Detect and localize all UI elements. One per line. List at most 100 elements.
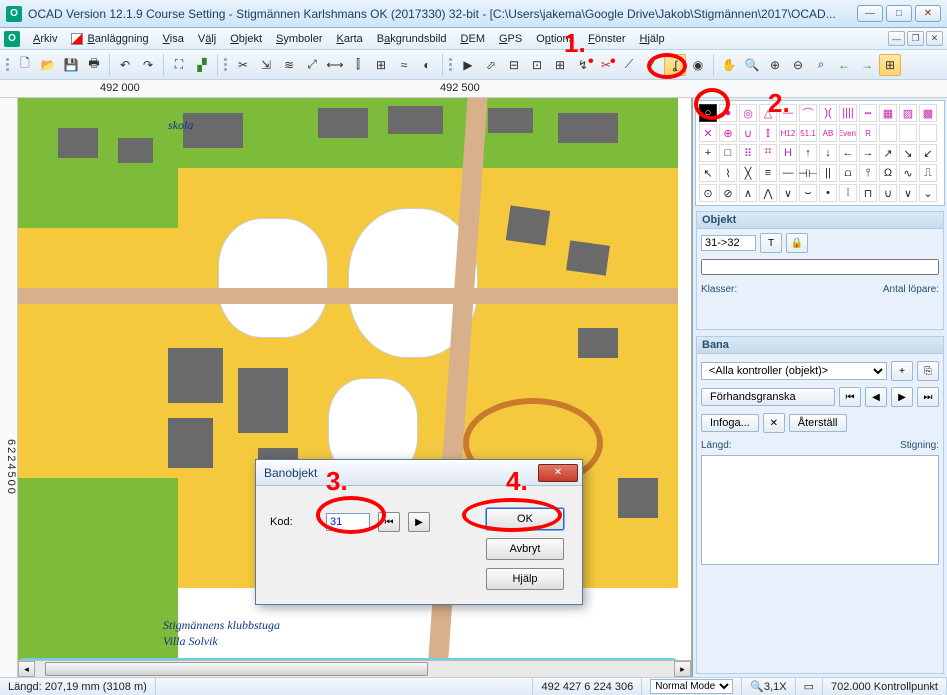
- symbol-cell[interactable]: ∪: [879, 184, 897, 202]
- symbol-arrow-right[interactable]: →: [859, 144, 877, 162]
- symbol-cell[interactable]: ⌒: [799, 104, 817, 122]
- symbol-cell[interactable]: △: [759, 104, 777, 122]
- tool-icon-7[interactable]: ≈: [393, 54, 415, 76]
- kod-input[interactable]: [326, 513, 370, 531]
- objekt-lock-button[interactable]: 🔒: [786, 233, 808, 253]
- symbol-cell[interactable]: ⫯: [859, 164, 877, 182]
- menu-options[interactable]: Options: [529, 31, 581, 47]
- symbol-cell[interactable]: □: [719, 144, 737, 162]
- maximize-button[interactable]: □: [886, 5, 912, 22]
- menu-banlaggning[interactable]: Banläggning: [64, 31, 155, 47]
- doc-close-button[interactable]: ✕: [926, 31, 943, 46]
- symbol-arrow-ur[interactable]: ↗: [879, 144, 897, 162]
- bana-next-button[interactable]: ▶: [891, 387, 913, 407]
- symbol-text-r[interactable]: R: [859, 124, 877, 142]
- symbol-cell[interactable]: ⎍: [919, 164, 937, 182]
- symbol-cell[interactable]: ⠿: [739, 144, 757, 162]
- toolbar-grip-3[interactable]: [449, 54, 454, 76]
- zoom-in-icon[interactable]: ⊕: [764, 54, 786, 76]
- symbol-arrow-left[interactable]: ←: [839, 144, 857, 162]
- symbol-cell[interactable]: +: [699, 144, 717, 162]
- zoom-out-icon[interactable]: ⊖: [787, 54, 809, 76]
- bana-prev-button[interactable]: ◀: [865, 387, 887, 407]
- tool-icon-3[interactable]: ⤢: [301, 54, 323, 76]
- symbol-cell[interactable]: ⊣⊢: [799, 164, 817, 182]
- bana-copy-button[interactable]: ⎘: [917, 361, 939, 381]
- symbol-arrow-dl[interactable]: ↙: [919, 144, 937, 162]
- symbol-cell[interactable]: —: [779, 104, 797, 122]
- symbol-cell[interactable]: ╳: [739, 164, 757, 182]
- kod-prev-button[interactable]: ⏮: [378, 512, 400, 532]
- zoom-extent-icon[interactable]: ⛶: [168, 54, 190, 76]
- menu-valj[interactable]: Välj: [191, 31, 223, 47]
- print-icon[interactable]: 🖶: [83, 54, 105, 76]
- symbol-cell[interactable]: ∨: [779, 184, 797, 202]
- symbol-cell[interactable]: ∪: [739, 124, 757, 142]
- hjalp-button[interactable]: Hjälp: [486, 568, 564, 590]
- symbol-cell[interactable]: ⋀: [759, 184, 777, 202]
- cut-icon[interactable]: ✂: [232, 54, 254, 76]
- bana-last-button[interactable]: ⏭: [917, 387, 939, 407]
- status-box-icon[interactable]: ▭: [796, 678, 823, 695]
- objekt-desc-input[interactable]: [701, 259, 939, 275]
- save-icon[interactable]: 💾: [60, 54, 82, 76]
- symbol-control-point[interactable]: ○: [699, 104, 717, 122]
- toolbar-grip[interactable]: [6, 54, 11, 76]
- bana-first-button[interactable]: ⏮: [839, 387, 861, 407]
- menu-bakgrundsbild[interactable]: Bakgrundsbild: [370, 31, 454, 47]
- symbol-cell[interactable]: ▩: [919, 104, 937, 122]
- status-mode[interactable]: Normal Mode: [642, 678, 742, 695]
- zoom-tool-icon[interactable]: 🔍: [741, 54, 763, 76]
- symbol-cell[interactable]: ⫾: [759, 124, 777, 142]
- minimize-button[interactable]: —: [857, 5, 883, 22]
- tool-icon-10[interactable]: ⊡: [526, 54, 548, 76]
- menu-objekt[interactable]: Objekt: [223, 31, 269, 47]
- symbol-cell[interactable]: [879, 124, 897, 142]
- toolbar-grip-2[interactable]: [224, 54, 229, 76]
- select-arrow-icon[interactable]: ▶: [457, 54, 479, 76]
- pan-hand-icon[interactable]: ✋: [718, 54, 740, 76]
- bana-list[interactable]: [701, 455, 939, 565]
- line-tool-icon[interactable]: ∕: [641, 54, 663, 76]
- nav-fwd-icon[interactable]: →: [856, 54, 878, 76]
- tool-icon-5[interactable]: ⫿: [347, 54, 369, 76]
- tool-icon-8[interactable]: ◐: [416, 54, 438, 76]
- symbol-cell[interactable]: ⌄: [919, 184, 937, 202]
- symbol-cell[interactable]: ▦: [879, 104, 897, 122]
- open-file-icon[interactable]: 📂: [37, 54, 59, 76]
- symbol-text-event[interactable]: Event: [839, 124, 857, 142]
- menu-visa[interactable]: Visa: [156, 31, 191, 47]
- menu-arkiv[interactable]: Arkiv: [26, 31, 64, 47]
- tool-icon-12[interactable]: ↯: [572, 54, 594, 76]
- symbol-cell[interactable]: ▨: [899, 104, 917, 122]
- symbol-palette[interactable]: ○ ● ◎ △ — ⌒ )( |||| ┅ ▦ ▨ ▩ ✕ ⊕ ∪ ⫾ H12 …: [695, 100, 945, 206]
- symbol-cell[interactable]: ✕: [699, 124, 717, 142]
- symbol-cell[interactable]: •: [819, 184, 837, 202]
- doc-restore-button[interactable]: ❐: [907, 31, 924, 46]
- grid-icon[interactable]: ⊞: [879, 54, 901, 76]
- curve-tool-icon[interactable]: ʆ: [664, 54, 686, 76]
- symbol-cell[interactable]: ⊕: [719, 124, 737, 142]
- symbol-cell[interactable]: ∿: [899, 164, 917, 182]
- symbol-cell[interactable]: ||: [819, 164, 837, 182]
- tool-icon-11[interactable]: ⊞: [549, 54, 571, 76]
- pointer-icon[interactable]: ⬀: [480, 54, 502, 76]
- symbol-cell[interactable]: ⊓: [859, 184, 877, 202]
- symbol-cell[interactable]: ⠛: [759, 144, 777, 162]
- avbryt-button[interactable]: Avbryt: [486, 538, 564, 560]
- infoga-button[interactable]: Infoga...: [701, 414, 759, 432]
- objekt-text-button[interactable]: T: [760, 233, 782, 253]
- menu-symboler[interactable]: Symboler: [269, 31, 329, 47]
- undo-icon[interactable]: ↶: [114, 54, 136, 76]
- symbol-cell[interactable]: ⌇: [719, 164, 737, 182]
- scroll-left-button[interactable]: ◂: [18, 661, 35, 677]
- kod-next-button[interactable]: ▶: [408, 512, 430, 532]
- dialog-close-button[interactable]: ✕: [538, 464, 578, 482]
- symbol-cell[interactable]: ⌣: [799, 184, 817, 202]
- tool-icon-14[interactable]: ◉: [687, 54, 709, 76]
- ok-button[interactable]: OK: [486, 508, 564, 530]
- tool-icon-2[interactable]: ≋: [278, 54, 300, 76]
- menu-fonster[interactable]: Fönster: [581, 31, 632, 47]
- symbol-cell[interactable]: )(: [819, 104, 837, 122]
- scroll-right-button[interactable]: ▸: [674, 661, 691, 677]
